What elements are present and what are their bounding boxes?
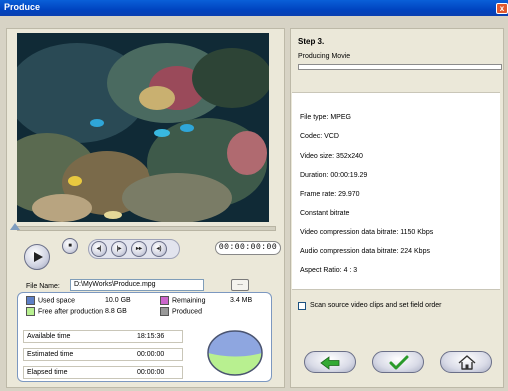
scan-source-checkbox[interactable] (298, 302, 306, 310)
info-video-bitrate: Video compression data bitrate: 1150 Kbp… (300, 229, 434, 236)
file-name-input[interactable]: D:\MyWorks\Produce.mpg (70, 279, 204, 291)
step-title: Step 3. (298, 37, 325, 46)
disk-usage-graphic (207, 330, 263, 376)
disk-usage-disc (207, 330, 263, 376)
info-bitrate-mode: Constant bitrate (300, 210, 350, 217)
info-file-type: File type: MPEG (300, 114, 351, 121)
info-frame-rate: Frame rate: 29.970 (300, 191, 360, 198)
timeline-scrubber[interactable] (10, 223, 20, 230)
next-frame-button[interactable]: |▸ (111, 241, 127, 257)
used-space-legend: Used space (26, 296, 75, 305)
prev-frame-button[interactable]: ◂| (91, 241, 107, 257)
scan-source-label: Scan source video clips and set field or… (310, 302, 442, 309)
window-title: Produce (4, 2, 41, 12)
step-status: Producing Movie (298, 53, 351, 60)
elapsed-time-row: Elapsed time 00:00:00 (23, 366, 183, 379)
produce-ok-button[interactable] (372, 351, 424, 373)
back-arrow-icon (320, 356, 340, 370)
free-swatch (26, 307, 35, 316)
timecode-display: 00:00:00:00 (215, 241, 281, 255)
close-button[interactable]: x (496, 3, 508, 14)
remaining-value: 3.4 MB (230, 297, 253, 304)
produced-legend: Produced (160, 307, 202, 316)
free-space-value: 8.8 GB (105, 308, 127, 315)
remaining-swatch (160, 296, 169, 305)
volume-button[interactable]: ◂) (151, 241, 167, 257)
available-time-row: Available time 18:15:36 (23, 330, 183, 343)
info-duration: Duration: 00:00:19.29 (300, 172, 368, 179)
stop-button[interactable]: ■ (62, 238, 78, 254)
info-aspect-ratio: Aspect Ratio: 4 : 3 (300, 267, 358, 274)
aquarium-frame-image (17, 33, 269, 222)
info-video-size: Video size: 352x240 (300, 153, 363, 160)
info-audio-bitrate: Audio compression data bitrate: 224 Kbps (300, 248, 430, 255)
production-progress-bar (298, 64, 502, 70)
browse-button[interactable]: ... (231, 279, 249, 291)
file-name-label: File Name: (26, 283, 60, 290)
video-preview (17, 33, 269, 222)
estimated-time-row: Estimated time 00:00:00 (23, 348, 183, 361)
produced-swatch (160, 307, 169, 316)
info-codec: Codec: VCD (300, 133, 339, 140)
home-icon (458, 355, 476, 370)
fast-forward-button[interactable]: ▸▸ (131, 241, 147, 257)
back-button[interactable] (304, 351, 356, 373)
home-button[interactable] (440, 351, 492, 373)
checkmark-icon (389, 355, 409, 370)
frame-controls: ◂| |▸ ▸▸ ◂) (88, 239, 180, 259)
free-space-legend: Free after production (26, 307, 103, 316)
title-bar: Produce x (0, 0, 508, 16)
timeline-track[interactable] (17, 226, 276, 231)
used-swatch (26, 296, 35, 305)
used-space-value: 10.0 GB (105, 297, 131, 304)
play-button[interactable] (24, 244, 50, 270)
playback-controls: ■ ◂| |▸ ▸▸ ◂) 00:00:00:00 (14, 232, 281, 272)
wizard-navigation (296, 351, 503, 379)
remaining-legend: Remaining (160, 296, 205, 305)
